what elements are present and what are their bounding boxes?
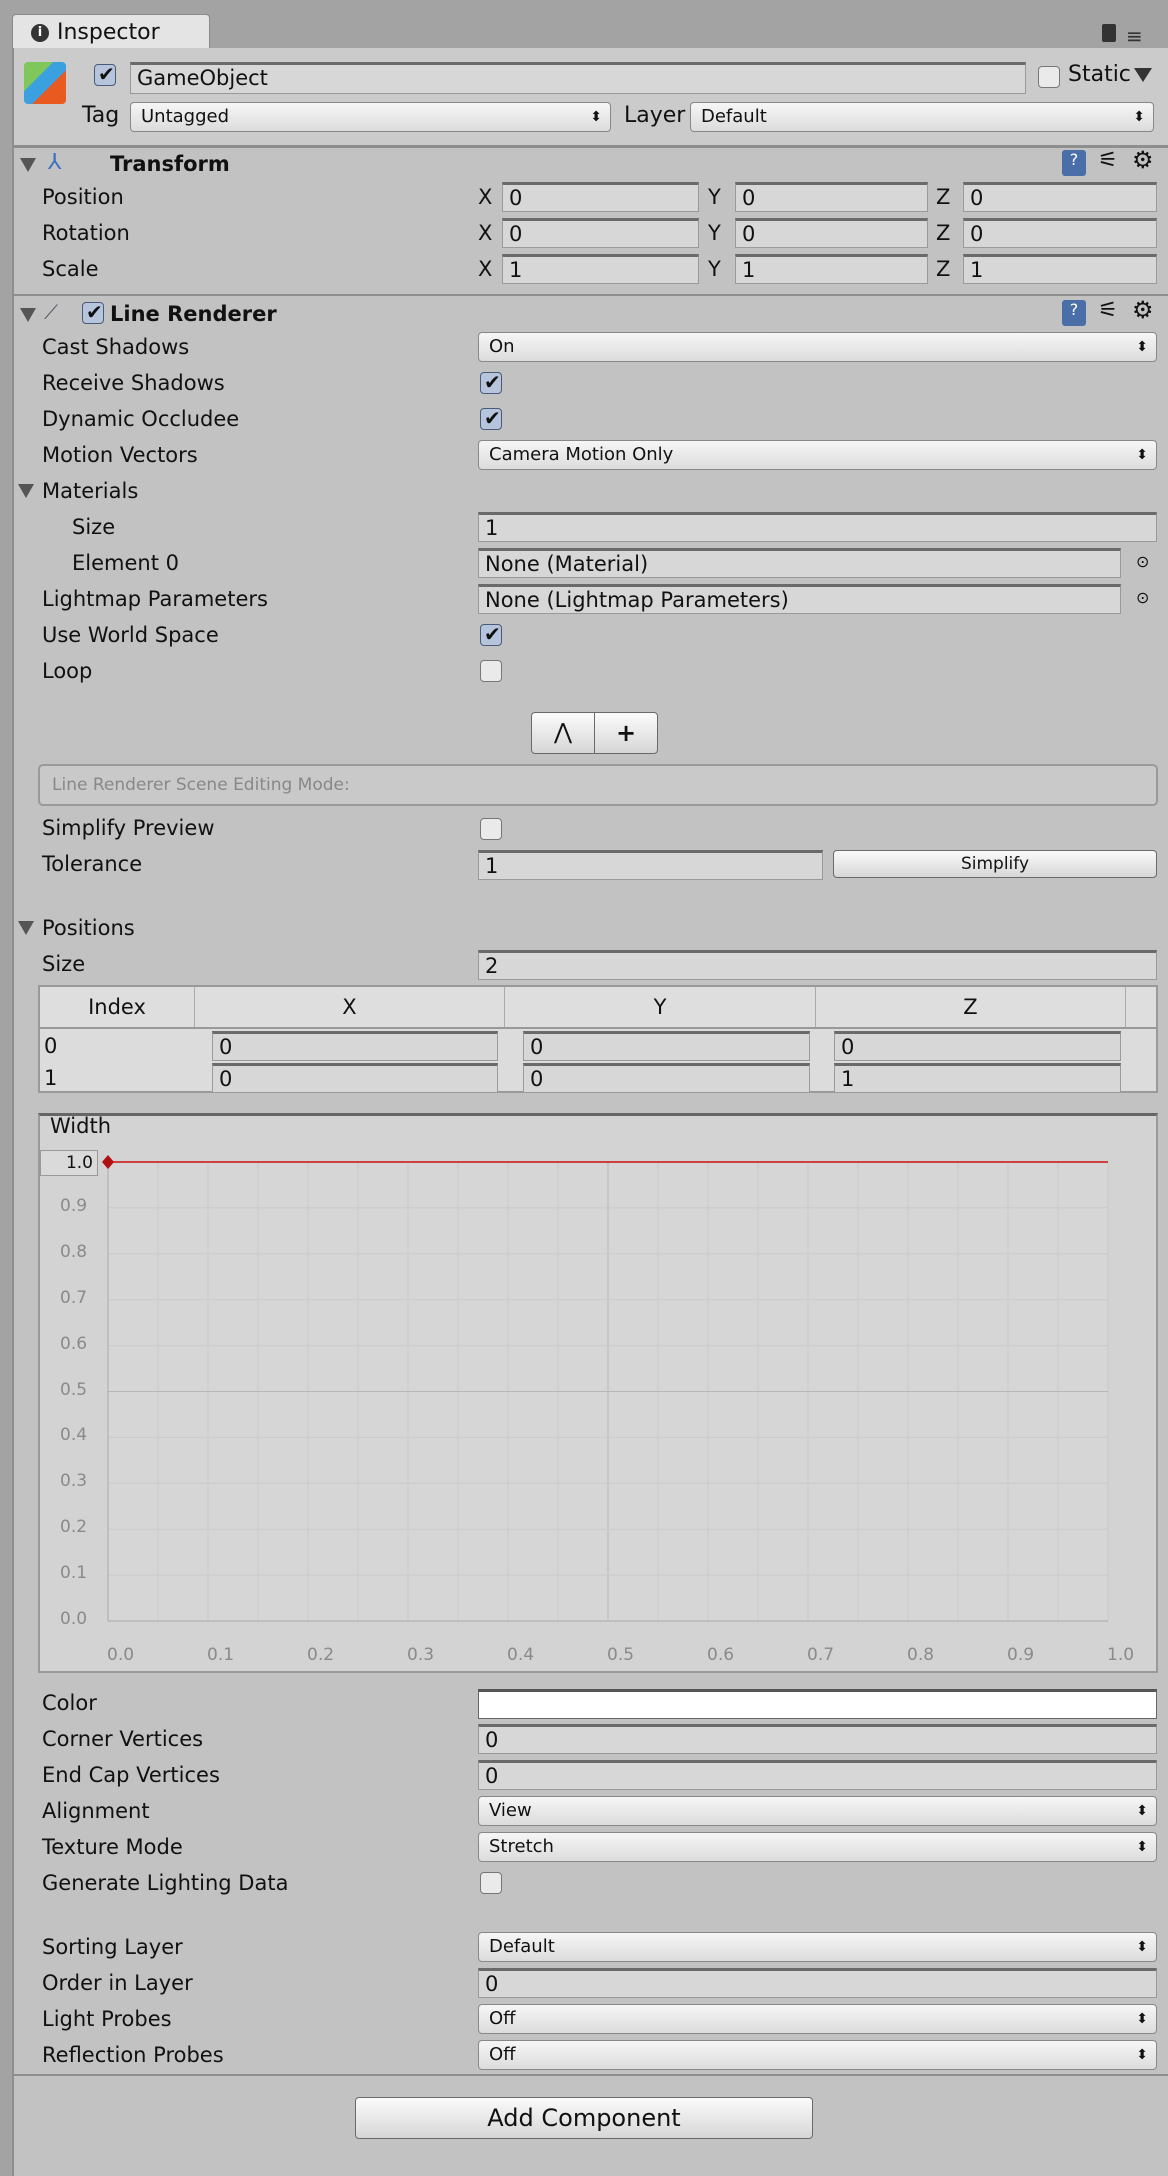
- sorting-layer-dropdown[interactable]: Default: [478, 1932, 1157, 1962]
- color-label: Color: [42, 1691, 97, 1715]
- end-cap-vertices-label: End Cap Vertices: [42, 1763, 220, 1787]
- y-tick-label: 0.4: [60, 1425, 88, 1446]
- texture-mode-label: Texture Mode: [42, 1835, 183, 1859]
- y-tick-label: 0.3: [60, 1471, 88, 1492]
- x-tick-label: 0.0: [107, 1645, 135, 1665]
- y-tick-label: 0.7: [60, 1287, 88, 1308]
- y-tick-label: 0.1: [60, 1563, 88, 1584]
- order-in-layer-label: Order in Layer: [42, 1971, 193, 1995]
- x-tick-label: 0.1: [207, 1645, 235, 1665]
- generate-lighting-checkbox[interactable]: [480, 1872, 502, 1894]
- y-tick-label: 0.8: [60, 1241, 88, 1262]
- reflection-probes-label: Reflection Probes: [42, 2043, 224, 2067]
- width-value-label[interactable]: 1.0: [40, 1150, 98, 1176]
- divider: [14, 2074, 1168, 2076]
- x-tick-label: 0.2: [307, 1645, 335, 1665]
- y-tick-label: 0.5: [60, 1379, 88, 1400]
- end-cap-vertices-input[interactable]: 0: [478, 1760, 1157, 1790]
- y-tick-label: 0.0: [60, 1609, 88, 1629]
- x-tick-label: 0.7: [807, 1645, 835, 1665]
- reflection-probes-dropdown[interactable]: Off: [478, 2040, 1157, 2070]
- add-component-button[interactable]: Add Component: [355, 2097, 813, 2139]
- corner-vertices-input[interactable]: 0: [478, 1724, 1157, 1754]
- x-tick-label: 0.6: [707, 1645, 735, 1665]
- corner-vertices-label: Corner Vertices: [42, 1727, 204, 1751]
- x-tick-label: 0.9: [1007, 1645, 1035, 1665]
- y-tick-label: 0.2: [60, 1517, 88, 1538]
- light-probes-dropdown[interactable]: Off: [478, 2004, 1157, 2034]
- alignment-dropdown[interactable]: View: [478, 1796, 1157, 1826]
- x-tick-label: 0.3: [407, 1645, 435, 1665]
- y-tick-label: 0.9: [60, 1195, 88, 1216]
- x-tick-label: 1.0: [1107, 1645, 1135, 1665]
- x-tick-label: 0.4: [507, 1645, 535, 1665]
- y-tick-label: 0.6: [60, 1333, 88, 1354]
- order-in-layer-input[interactable]: 0: [478, 1968, 1157, 1998]
- alignment-label: Alignment: [42, 1799, 150, 1823]
- color-field[interactable]: [478, 1689, 1157, 1719]
- sorting-layer-label: Sorting Layer: [42, 1935, 183, 1959]
- x-tick-label: 0.5: [607, 1645, 635, 1665]
- texture-mode-dropdown[interactable]: Stretch: [478, 1832, 1157, 1862]
- x-tick-label: 0.8: [907, 1645, 935, 1665]
- light-probes-label: Light Probes: [42, 2007, 172, 2031]
- generate-lighting-label: Generate Lighting Data: [42, 1871, 289, 1895]
